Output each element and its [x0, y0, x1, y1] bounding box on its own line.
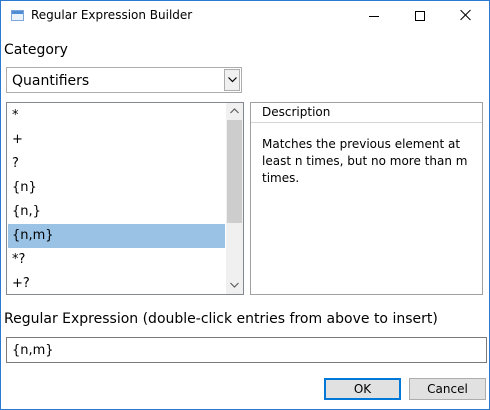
- description-panel: Description Matches the previous element…: [250, 102, 483, 295]
- dropdown-button[interactable]: [224, 69, 240, 91]
- list-item[interactable]: {n,}: [8, 200, 225, 224]
- list-item[interactable]: +?: [8, 272, 225, 294]
- list-item-selected[interactable]: {n,m}: [8, 224, 225, 248]
- ok-button[interactable]: OK: [324, 378, 401, 400]
- category-label: Category: [4, 42, 68, 58]
- window-title: Regular Expression Builder: [31, 8, 193, 22]
- maximize-button[interactable]: [397, 1, 443, 31]
- minimize-icon: [369, 16, 379, 17]
- cancel-button[interactable]: Cancel: [409, 378, 486, 400]
- scroll-down-button[interactable]: [226, 277, 243, 294]
- close-icon: [460, 9, 472, 21]
- regex-label: Regular Expression (double-click entries…: [4, 311, 438, 327]
- description-text: Matches the previous element at least n …: [262, 137, 468, 185]
- title-bar[interactable]: Regular Expression Builder: [1, 1, 489, 31]
- app-icon: [11, 10, 24, 21]
- description-header-label: Description: [262, 105, 331, 119]
- chevron-up-icon: [230, 108, 239, 114]
- category-dropdown[interactable]: Quantifiers: [6, 67, 242, 93]
- list-item[interactable]: *?: [8, 248, 225, 272]
- minimize-button[interactable]: [351, 1, 397, 31]
- category-selected-value: Quantifiers: [12, 73, 90, 89]
- list-item[interactable]: {n}: [8, 176, 225, 200]
- regex-input[interactable]: [6, 337, 487, 363]
- regex-builder-window: Regular Expression Builder Category Quan…: [0, 0, 490, 410]
- scroll-up-button[interactable]: [226, 103, 243, 120]
- scroll-thumb[interactable]: [227, 120, 242, 223]
- chevron-down-icon: [228, 77, 237, 83]
- maximize-icon: [415, 11, 425, 21]
- list-item[interactable]: +: [8, 128, 225, 152]
- chevron-down-icon: [230, 282, 239, 288]
- entries-listbox[interactable]: * + ? {n} {n,} {n,m} *? +?: [6, 102, 244, 295]
- list-item[interactable]: ?: [8, 152, 225, 176]
- list-item[interactable]: *: [8, 104, 225, 128]
- close-button[interactable]: [443, 1, 489, 31]
- description-header: Description: [251, 103, 482, 123]
- list-scrollbar[interactable]: [226, 103, 243, 294]
